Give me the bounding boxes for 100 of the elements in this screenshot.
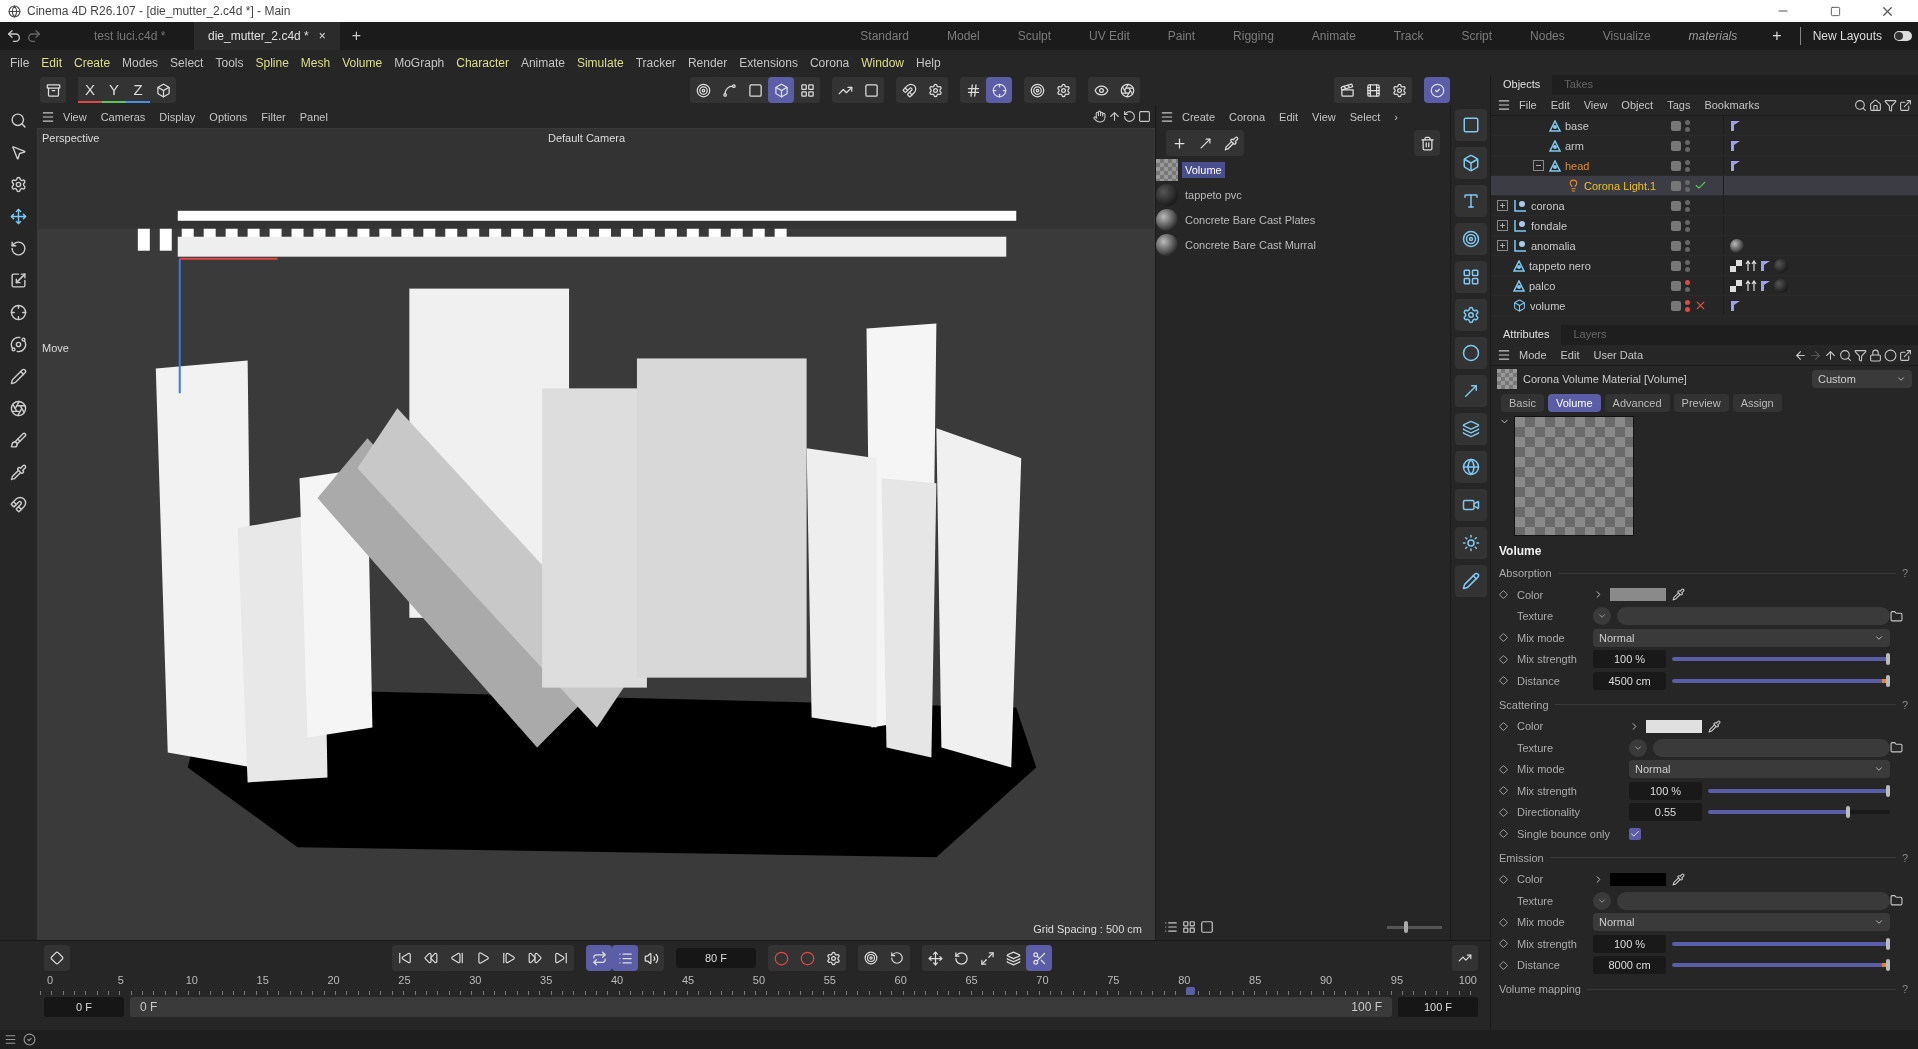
graph-icon[interactable] <box>1452 945 1478 971</box>
material-tag-icon[interactable] <box>1730 238 1744 253</box>
menu-item[interactable]: Help <box>910 55 947 70</box>
new-layouts-toggle[interactable] <box>1894 31 1912 41</box>
playhead[interactable] <box>1186 987 1196 995</box>
objects-menu-item[interactable]: Edit <box>1544 99 1576 111</box>
objects-menu-item[interactable]: Tags <box>1661 99 1697 111</box>
external-link-icon[interactable] <box>1899 98 1912 112</box>
checker-tag-icon[interactable] <box>1730 259 1742 272</box>
keyframe-icon[interactable] <box>1499 939 1508 949</box>
expand-icon[interactable] <box>1497 220 1508 231</box>
grid-view-icon[interactable] <box>1182 920 1196 934</box>
keyframe-icon[interactable] <box>1499 786 1508 796</box>
menu-item[interactable]: MoGraph <box>388 55 451 70</box>
visibility-dots-icon[interactable] <box>1685 119 1690 132</box>
checkbox[interactable] <box>1629 827 1641 840</box>
slider-thumb[interactable] <box>1886 653 1890 666</box>
keyframe-icon[interactable] <box>1499 807 1508 817</box>
objects-menu-item[interactable]: Object <box>1615 99 1660 111</box>
viewport-menu-item[interactable]: Options <box>203 110 254 123</box>
menu-item[interactable]: File <box>4 55 36 70</box>
viewport-menu-item[interactable]: View <box>57 110 93 123</box>
viewport-menu-item[interactable]: Cameras <box>94 110 152 123</box>
slider-thumb[interactable] <box>1404 920 1409 933</box>
keyframe-icon[interactable] <box>1499 676 1508 686</box>
visibility-dots-icon[interactable] <box>1685 199 1690 212</box>
caret-icon[interactable] <box>1896 374 1906 384</box>
document-tab[interactable]: test luci.c4d * <box>80 22 190 50</box>
restore-icon[interactable] <box>1829 5 1841 17</box>
texture-field[interactable] <box>1653 738 1890 757</box>
panel-tab[interactable]: Attributes <box>1491 325 1562 345</box>
menu-item[interactable]: Modes <box>116 55 165 70</box>
visibility-dots-icon[interactable] <box>1685 159 1690 172</box>
menu-item[interactable]: Tracker <box>629 55 682 70</box>
slider-thumb[interactable] <box>1886 674 1890 687</box>
visibility-dots-icon[interactable] <box>1685 139 1690 152</box>
layout-tab[interactable]: Sculpt <box>1000 29 1069 43</box>
start-frame-field[interactable]: 0 F <box>44 997 124 1017</box>
mix-mode-dropdown[interactable]: Normal <box>1593 913 1890 932</box>
layout-tab[interactable]: Standard <box>843 29 926 43</box>
filter-icon[interactable] <box>1884 98 1897 112</box>
keyframe-icon[interactable] <box>1499 633 1508 643</box>
menu-item[interactable]: Volume <box>336 55 389 70</box>
flag-tag-icon[interactable] <box>1760 279 1771 292</box>
sun-icon[interactable] <box>1454 527 1487 559</box>
objects-menu-item[interactable]: Bookmarks <box>1698 99 1766 111</box>
visibility-dots-icon[interactable] <box>1685 279 1690 292</box>
viewport-menu-item[interactable]: Panel <box>293 110 334 123</box>
folder-icon[interactable] <box>1890 609 1903 623</box>
mix-mode-dropdown[interactable]: Normal <box>1629 760 1890 779</box>
grid-icon[interactable] <box>1454 261 1487 293</box>
rotate-icon[interactable] <box>1123 110 1136 123</box>
gear-icon[interactable] <box>1454 299 1487 331</box>
pipette-icon[interactable] <box>1672 588 1685 602</box>
arrows-tag-icon[interactable] <box>1745 279 1757 292</box>
slider-thumb[interactable] <box>1886 959 1890 972</box>
flag-tag-icon[interactable] <box>1730 159 1741 172</box>
menu-item[interactable]: Mesh <box>294 55 337 70</box>
value-field[interactable]: 100 % <box>1593 934 1666 953</box>
keyframe-icon[interactable] <box>1499 764 1508 774</box>
texture-field[interactable] <box>1617 607 1890 626</box>
object-row[interactable]: Corona Light.1 <box>1491 176 1918 196</box>
flag-tag-icon[interactable] <box>1730 299 1741 312</box>
material-item[interactable]: Volume <box>1156 158 1450 182</box>
material-menu-item[interactable]: › <box>1388 110 1404 123</box>
lock-icon[interactable] <box>1869 348 1882 362</box>
menu-icon[interactable] <box>41 109 55 124</box>
menu-item[interactable]: Extensions <box>733 55 804 70</box>
layout-tab[interactable]: Track <box>1376 29 1441 43</box>
value-field[interactable]: 8000 cm <box>1593 956 1666 975</box>
up-icon[interactable] <box>1824 348 1837 362</box>
object-row[interactable]: corona <box>1491 196 1918 216</box>
layout-tab[interactable]: Nodes <box>1513 29 1582 43</box>
viewport-menu-item[interactable]: Display <box>153 110 202 123</box>
loop-icon[interactable] <box>586 945 612 971</box>
flag-tag-icon[interactable] <box>1760 259 1771 272</box>
cube-icon[interactable] <box>1454 147 1487 179</box>
layer-box-icon[interactable] <box>1671 260 1681 271</box>
tab-close-button[interactable]: × <box>318 29 326 43</box>
expand-icon[interactable] <box>1497 240 1508 251</box>
menu-item[interactable]: Simulate <box>570 55 630 70</box>
value-field[interactable]: 0.55 <box>1629 803 1702 822</box>
pipette-icon[interactable] <box>1672 872 1685 886</box>
color-swatch[interactable] <box>1610 872 1666 886</box>
object-row[interactable]: tappeto nero <box>1491 256 1918 276</box>
slider-thumb[interactable] <box>1845 806 1850 819</box>
check-circle-icon[interactable] <box>23 1033 36 1046</box>
material-menu-item[interactable]: View <box>1306 110 1342 123</box>
viewport-menu-item[interactable]: Filter <box>255 110 292 123</box>
color-swatch[interactable] <box>1646 719 1702 733</box>
attribute-tab[interactable]: Advanced <box>1604 394 1670 412</box>
pipette-icon[interactable] <box>1708 719 1721 733</box>
layer-box-icon[interactable] <box>1671 220 1681 231</box>
layout-tab[interactable]: materials <box>1671 29 1755 43</box>
square-icon[interactable] <box>1138 110 1151 123</box>
attribute-tab[interactable]: Volume <box>1547 394 1601 412</box>
attribute-tab[interactable]: Preview <box>1673 394 1729 412</box>
layer-box-icon[interactable] <box>1671 160 1681 171</box>
material-menu-item[interactable]: Select <box>1343 110 1387 123</box>
end-frame-field[interactable]: 100 F <box>1398 997 1478 1017</box>
